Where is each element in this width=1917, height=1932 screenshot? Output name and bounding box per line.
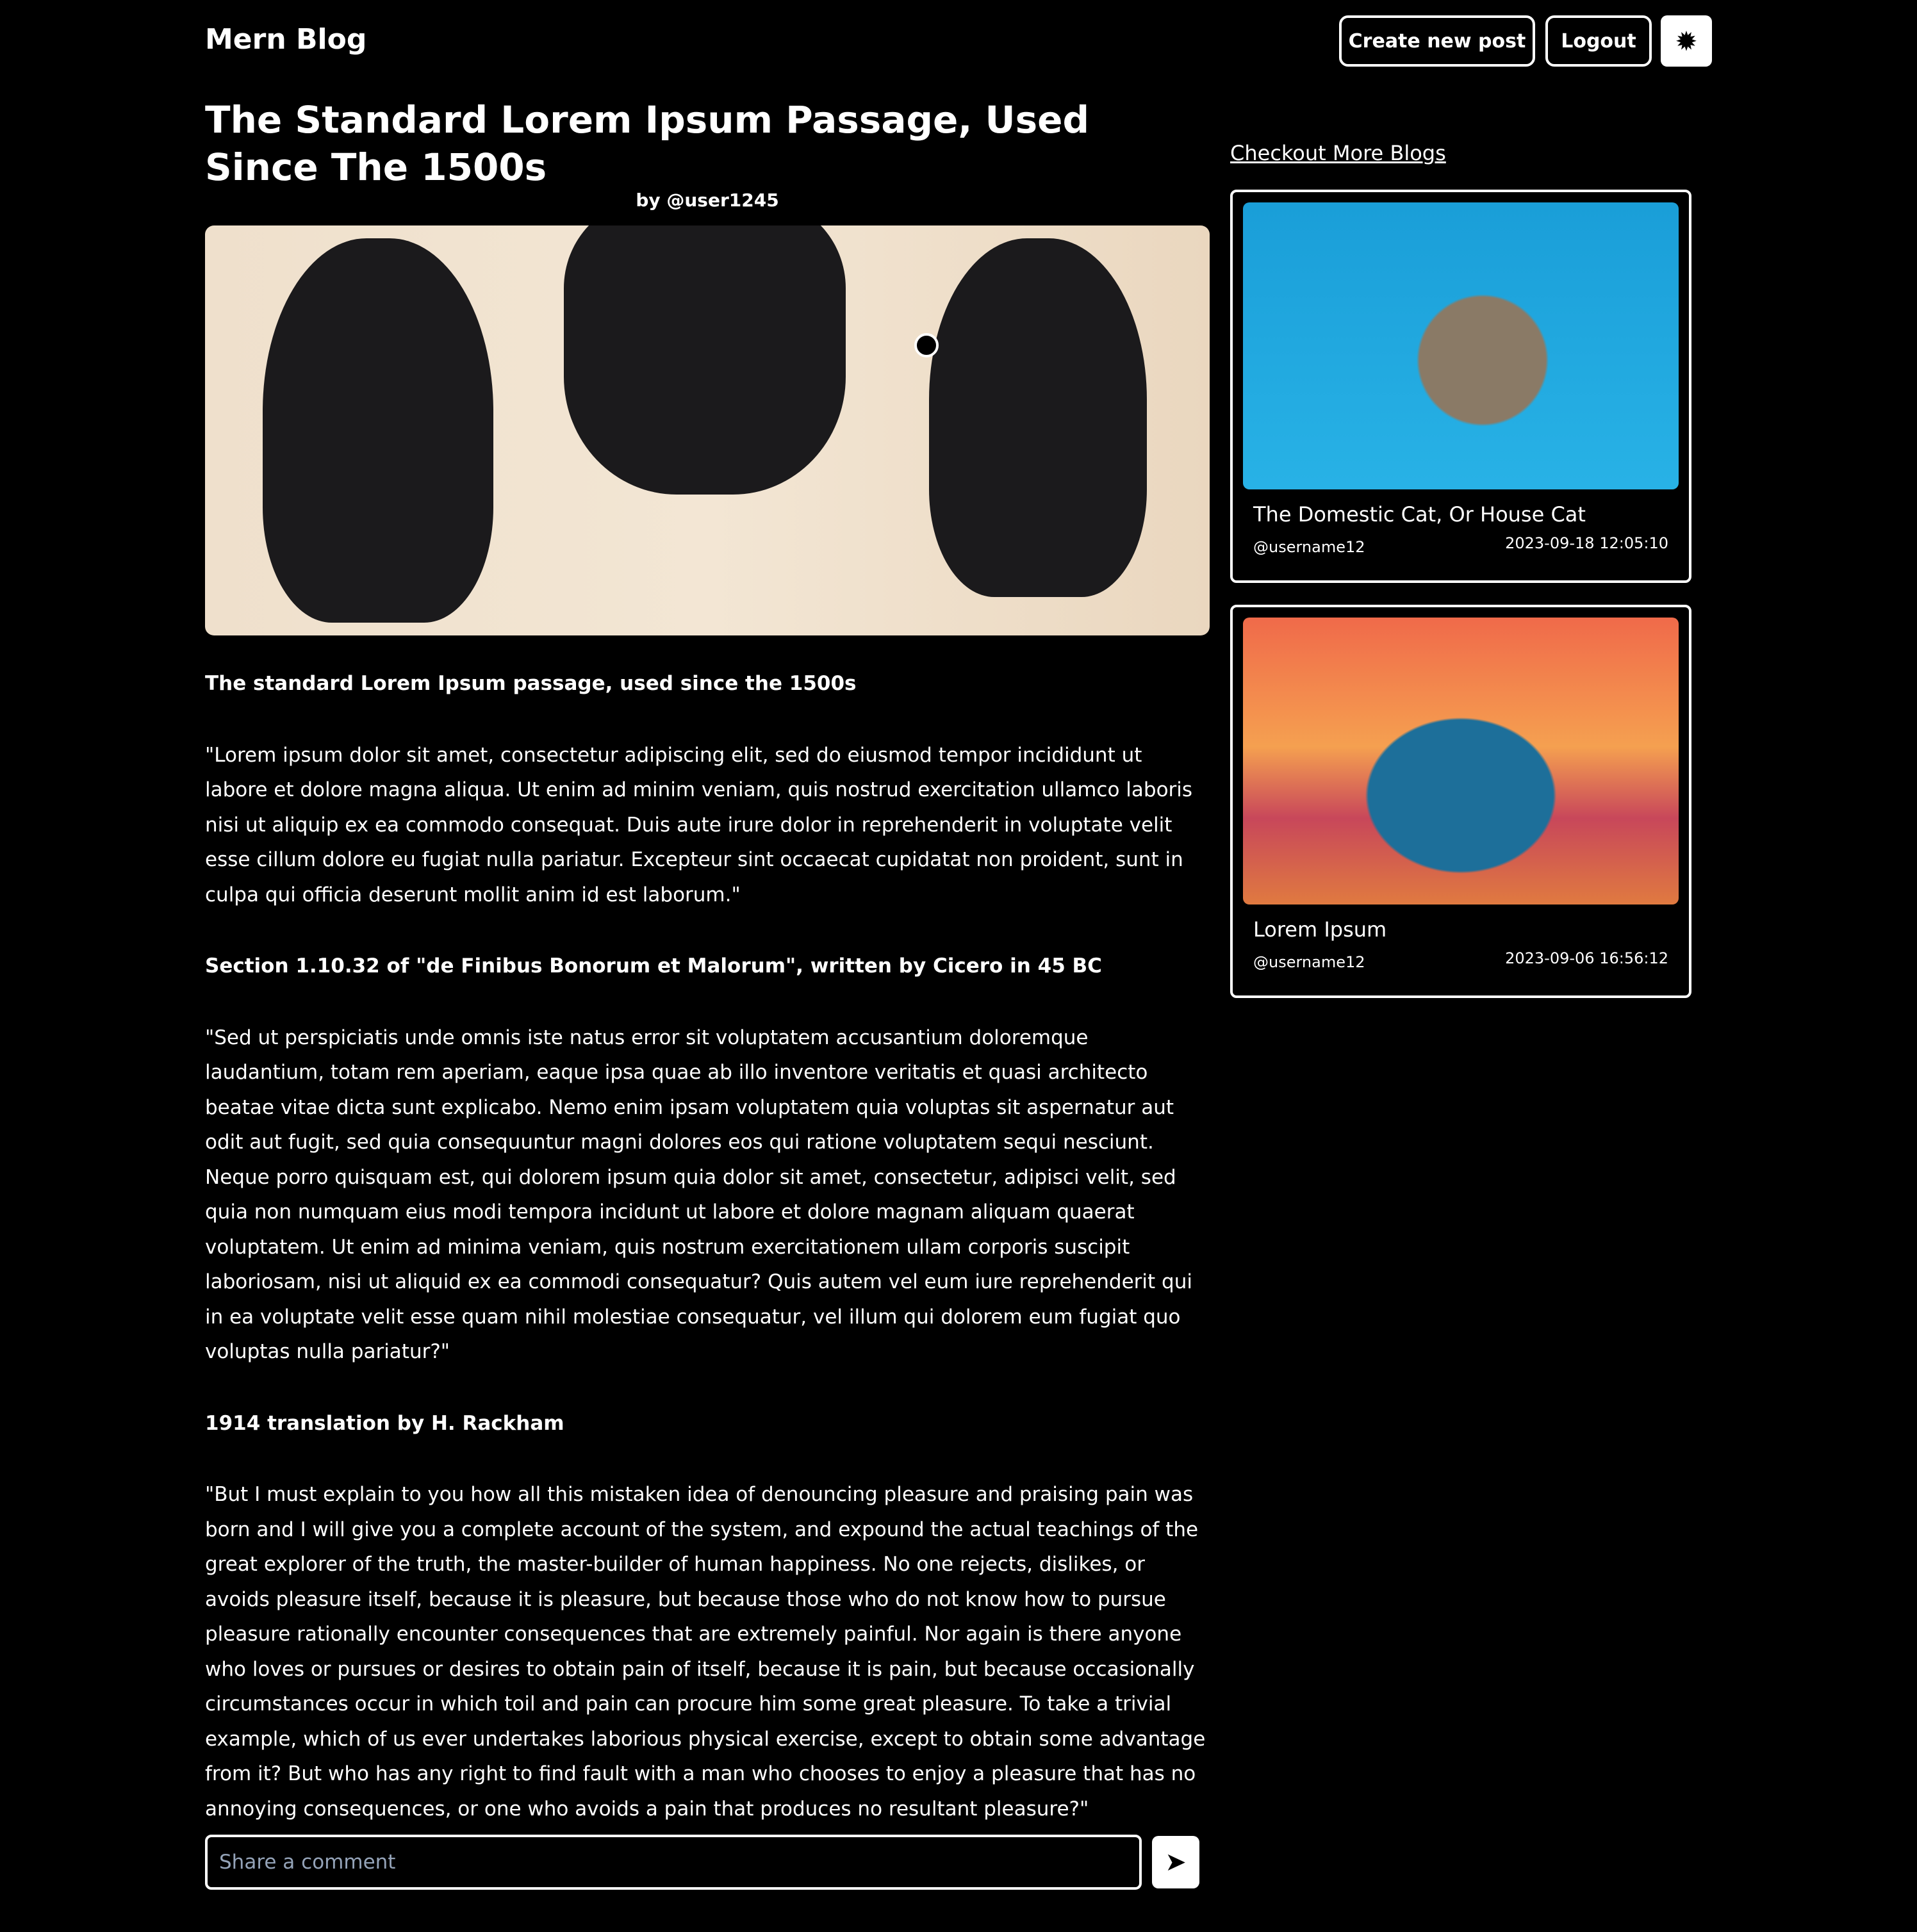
blog-card-date: 2023-09-18 12:05:10 — [1505, 534, 1668, 552]
blog-card-image — [1243, 202, 1679, 489]
checkout-more-blogs-link[interactable]: Checkout More Blogs — [1230, 141, 1446, 165]
send-comment-button[interactable]: ➤ — [1152, 1836, 1199, 1888]
cursor-indicator — [914, 333, 939, 357]
section-heading: Section 1.10.32 of "de Finibus Bonorum e… — [205, 954, 1102, 978]
create-post-button[interactable]: Create new post — [1339, 15, 1535, 67]
comment-input[interactable] — [205, 1835, 1142, 1890]
blog-card-date: 2023-09-06 16:56:12 — [1505, 949, 1668, 967]
post-image — [205, 225, 1210, 635]
sun-icon: ✹ — [1675, 25, 1698, 57]
paper-plane-icon: ➤ — [1165, 1847, 1187, 1877]
blog-card-image — [1243, 618, 1679, 905]
logout-button[interactable]: Logout — [1545, 15, 1652, 67]
blog-card-user: @username12 — [1253, 538, 1365, 556]
blog-card-title: The Domestic Cat, Or House Cat — [1253, 502, 1586, 527]
post-author[interactable]: by @user1245 — [205, 190, 1210, 211]
section-heading: 1914 translation by H. Rackham — [205, 1411, 564, 1435]
section-heading: The standard Lorem Ipsum passage, used s… — [205, 672, 857, 695]
blog-card-user: @username12 — [1253, 953, 1365, 971]
theme-toggle-button[interactable]: ✹ — [1661, 15, 1712, 67]
blog-card-title: Lorem Ipsum — [1253, 917, 1387, 942]
post-title: The Standard Lorem Ipsum Passage, Used S… — [205, 98, 1090, 189]
site-logo[interactable]: Mern Blog — [205, 23, 366, 56]
section-body: "Lorem ipsum dolor sit amet, consectetur… — [205, 743, 1193, 906]
blog-card[interactable]: Lorem Ipsum @username12 2023-09-06 16:56… — [1230, 605, 1691, 998]
section-body: "But I must explain to you how all this … — [205, 1483, 1206, 1821]
post-content: The standard Lorem Ipsum passage, used s… — [205, 666, 1210, 1863]
blog-card[interactable]: The Domestic Cat, Or House Cat @username… — [1230, 190, 1691, 583]
section-body: "Sed ut perspiciatis unde omnis iste nat… — [205, 1026, 1192, 1364]
